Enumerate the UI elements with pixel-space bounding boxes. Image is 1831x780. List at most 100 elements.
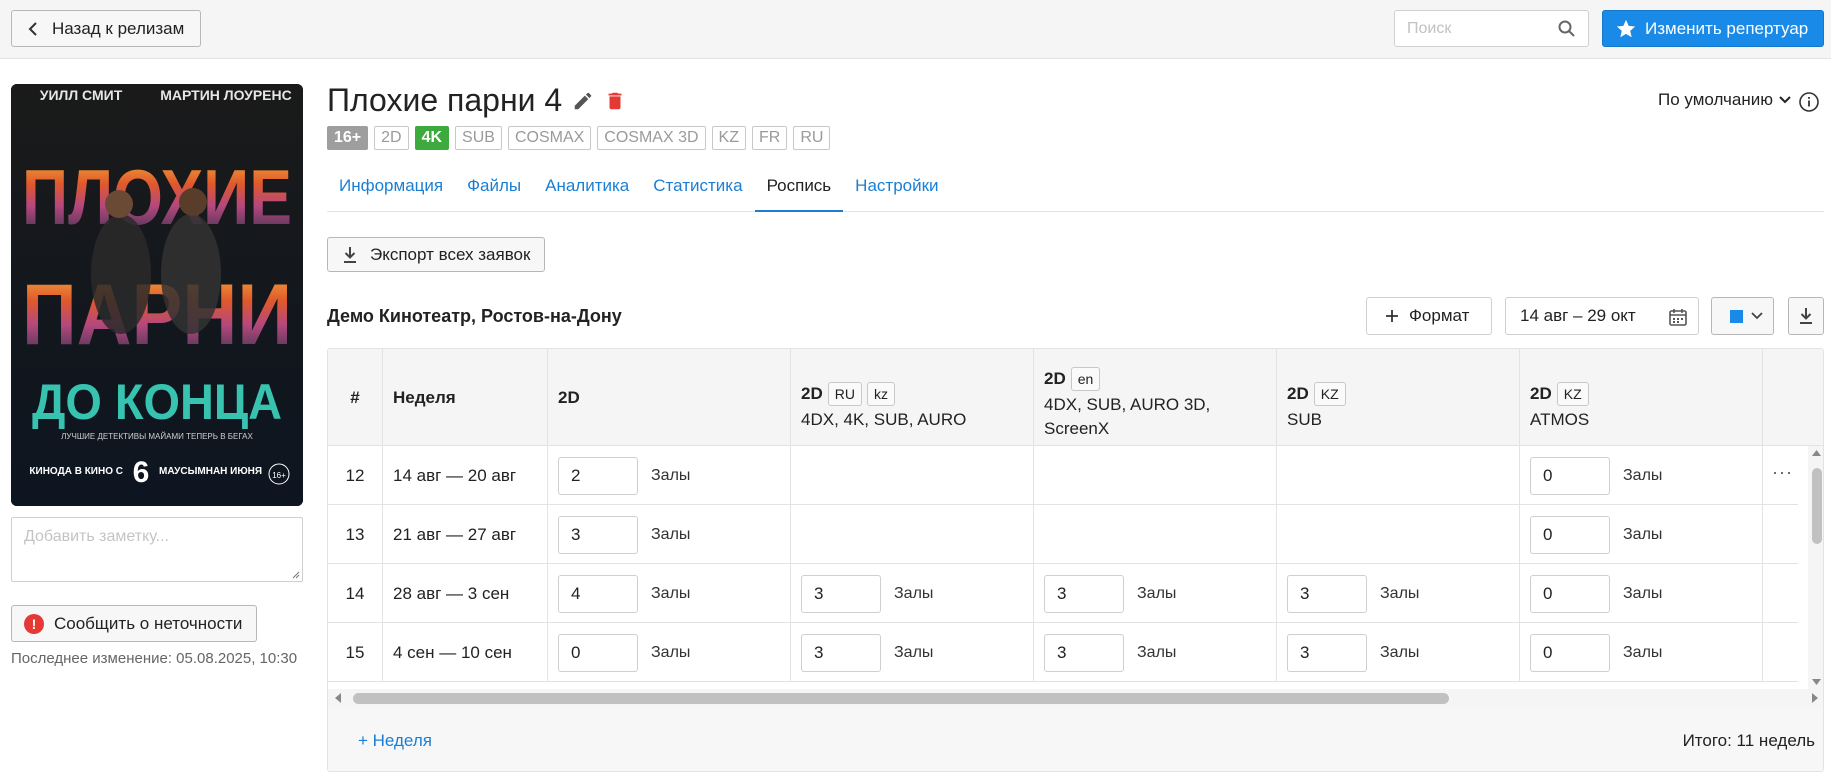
add-format-button[interactable]: Формат bbox=[1366, 297, 1492, 335]
horizontal-scrollbar[interactable] bbox=[328, 689, 1823, 707]
trash-icon[interactable] bbox=[604, 89, 626, 113]
color-selector[interactable] bbox=[1711, 297, 1774, 335]
poster-rating: 16+ bbox=[272, 471, 286, 480]
halls-count-input[interactable] bbox=[801, 574, 881, 613]
plus-icon bbox=[1386, 310, 1398, 322]
halls-count-input[interactable] bbox=[558, 574, 638, 613]
sort-dropdown[interactable]: По умолчанию bbox=[1658, 90, 1791, 110]
format-cell bbox=[1034, 505, 1277, 564]
tab-files[interactable]: Файлы bbox=[455, 170, 533, 212]
sort-label: По умолчанию bbox=[1658, 90, 1773, 109]
tab-statistics[interactable]: Статистика bbox=[641, 170, 754, 212]
edit-repertoire-button[interactable]: Изменить репертуар bbox=[1602, 10, 1824, 47]
badge-fr: FR bbox=[752, 126, 788, 150]
lang-badge: en bbox=[1070, 366, 1101, 391]
vertical-scroll-thumb[interactable] bbox=[1812, 468, 1822, 544]
halls-count-input[interactable] bbox=[1044, 574, 1124, 613]
badge-ru: RU bbox=[793, 126, 831, 150]
halls-label: Залы bbox=[1623, 525, 1663, 543]
info-icon[interactable] bbox=[1798, 91, 1820, 113]
badge-4k: 4K bbox=[414, 126, 450, 150]
format-cell bbox=[1277, 505, 1520, 564]
tabs: Информация Файлы Аналитика Статистика Ро… bbox=[327, 170, 1824, 212]
format-subtitle: 4DX, SUB, AURO 3D, ScreenX bbox=[1044, 394, 1211, 438]
format-title: 2D bbox=[801, 383, 823, 403]
poster-title-line-1: ПЛОХИЕ bbox=[22, 153, 292, 241]
total-weeks: Итого: 11 недель bbox=[1682, 731, 1815, 750]
halls-label: Залы bbox=[1380, 584, 1420, 602]
format-subtitle: 4DX, 4K, SUB, AURO bbox=[801, 409, 967, 429]
resize-grip-icon[interactable] bbox=[292, 571, 300, 579]
download-icon bbox=[344, 246, 356, 263]
poster-date-right: МАУСЫМНАН ИЮНЯ bbox=[159, 466, 262, 477]
search-input[interactable] bbox=[1407, 19, 1547, 38]
halls-label: Залы bbox=[1137, 643, 1177, 661]
format-subtitle: SUB bbox=[1287, 409, 1322, 429]
format-cell: Залы bbox=[1034, 623, 1277, 682]
format-cell: Залы bbox=[1520, 505, 1763, 564]
halls-count-input[interactable] bbox=[558, 515, 638, 554]
download-button[interactable] bbox=[1788, 297, 1824, 335]
halls-label: Залы bbox=[1623, 643, 1663, 661]
badge-sub: SUB bbox=[455, 126, 502, 150]
edit-repertoire-label: Изменить репертуар bbox=[1645, 18, 1809, 38]
tab-schedule[interactable]: Роспись bbox=[754, 170, 844, 212]
halls-count-input[interactable] bbox=[558, 456, 638, 495]
halls-count-input[interactable] bbox=[1287, 633, 1367, 672]
scroll-down-icon[interactable] bbox=[1812, 679, 1821, 685]
horizontal-scroll-thumb[interactable] bbox=[353, 693, 1449, 704]
format-subtitle: ATMOS bbox=[1530, 409, 1590, 429]
date-range-picker[interactable]: 14 авг – 29 окт bbox=[1505, 297, 1699, 335]
halls-count-input[interactable] bbox=[1530, 456, 1610, 495]
report-inaccuracy-button[interactable]: ! Сообщить о неточности bbox=[11, 605, 257, 642]
title-row: Плохие парни 4 bbox=[327, 82, 626, 119]
halls-count-input[interactable] bbox=[1530, 515, 1610, 554]
format-cell: Залы bbox=[548, 623, 791, 682]
badge-cosmax-3d: COSMAX 3D bbox=[597, 126, 706, 150]
halls-count-input[interactable] bbox=[1530, 633, 1610, 672]
tab-analytics[interactable]: Аналитика bbox=[533, 170, 641, 212]
col-format-4-header: 2D KZ SUB bbox=[1277, 349, 1520, 446]
halls-label: Залы bbox=[1380, 643, 1420, 661]
more-actions-icon[interactable]: ··· bbox=[1772, 462, 1793, 483]
star-icon bbox=[1616, 19, 1636, 37]
halls-label: Залы bbox=[651, 466, 691, 484]
format-cell: Залы bbox=[1520, 623, 1763, 682]
tab-settings[interactable]: Настройки bbox=[843, 170, 950, 212]
format-label: Формат bbox=[1409, 306, 1470, 325]
halls-count-input[interactable] bbox=[1287, 574, 1367, 613]
halls-count-input[interactable] bbox=[1530, 574, 1610, 613]
tab-info[interactable]: Информация bbox=[327, 170, 455, 212]
halls-count-input[interactable] bbox=[801, 633, 881, 672]
lang-badge: kz bbox=[866, 381, 895, 406]
page-title: Плохие парни 4 bbox=[327, 82, 563, 118]
halls-label: Залы bbox=[1137, 584, 1177, 602]
halls-label: Залы bbox=[1623, 584, 1663, 602]
note-textarea[interactable] bbox=[11, 517, 303, 582]
scroll-right-icon[interactable] bbox=[1812, 693, 1818, 703]
poster-date-day: 6 bbox=[133, 456, 150, 489]
format-cell: Залы bbox=[791, 623, 1034, 682]
search-box[interactable] bbox=[1394, 10, 1589, 47]
poster-tagline: ЛУЧШИЕ ДЕТЕКТИВЫ МАЙАМИ ТЕПЕРЬ В БЕГАХ bbox=[61, 432, 253, 441]
pencil-icon[interactable] bbox=[572, 90, 594, 112]
vertical-scrollbar[interactable] bbox=[1808, 446, 1823, 689]
scroll-left-icon[interactable] bbox=[335, 693, 341, 703]
scroll-up-icon[interactable] bbox=[1812, 450, 1821, 456]
badge-cosmax: COSMAX bbox=[507, 126, 592, 150]
halls-count-input[interactable] bbox=[1044, 633, 1124, 672]
poster-name-right: МАРТИН ЛОУРЕНС bbox=[160, 87, 292, 103]
table-footer: + Неделя Итого: 11 недель bbox=[328, 707, 1823, 771]
top-bar: Назад к релизам Изменить репертуар bbox=[0, 0, 1831, 59]
search-icon[interactable] bbox=[1558, 20, 1576, 38]
week-number: 13 bbox=[328, 505, 383, 564]
format-cell: Залы bbox=[548, 446, 791, 505]
back-to-releases-button[interactable]: Назад к релизам bbox=[11, 10, 201, 47]
chevron-down-icon bbox=[1779, 96, 1791, 104]
col-num-header: # bbox=[328, 349, 383, 446]
table-row: 1321 авг — 27 авг Залы Залы bbox=[328, 505, 1798, 564]
export-all-requests-button[interactable]: Экспорт всех заявок bbox=[327, 237, 545, 272]
halls-count-input[interactable] bbox=[558, 633, 638, 672]
add-week-link[interactable]: + Неделя bbox=[358, 731, 432, 751]
table-row: 1428 авг — 3 сен Залы Залы Залы Залы Залы bbox=[328, 564, 1798, 623]
